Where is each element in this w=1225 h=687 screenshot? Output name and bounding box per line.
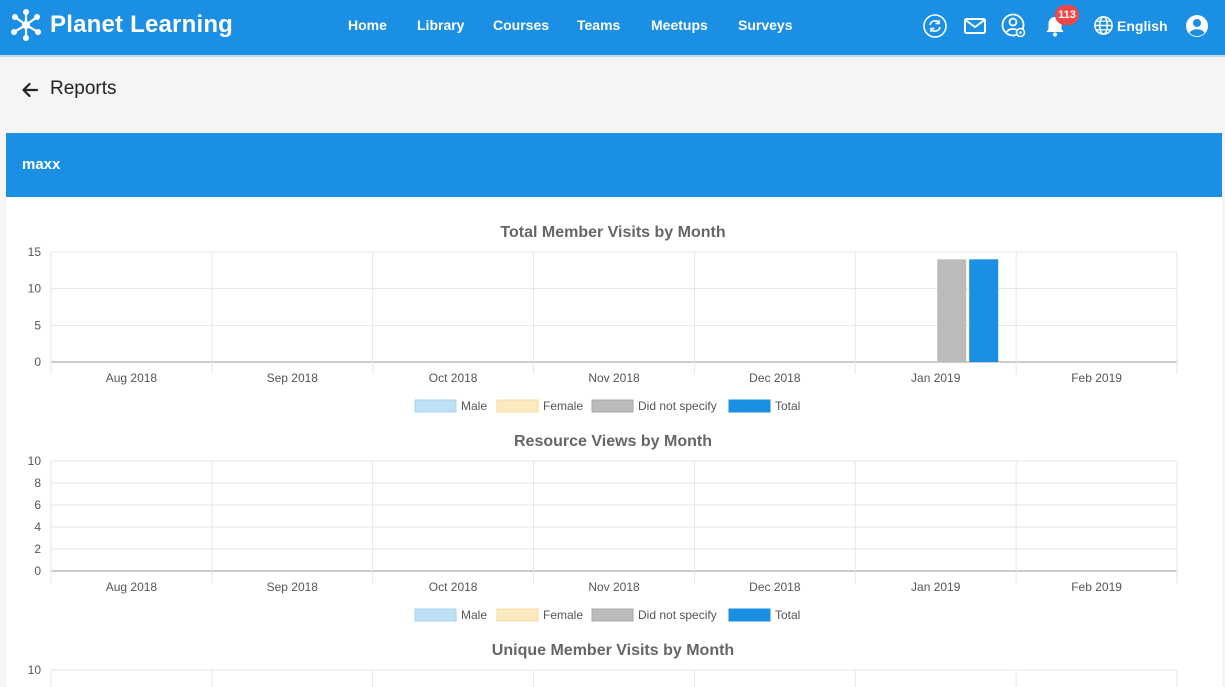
chart-title: Resource Views by Month — [514, 433, 712, 450]
x-tick-label: Oct 2018 — [429, 371, 478, 385]
bar-total — [969, 259, 999, 362]
legend-swatch-female — [496, 399, 539, 413]
y-tick-label: 0 — [34, 355, 41, 369]
legend-swatch-did-not-specify — [591, 608, 634, 622]
legend-swatch-male — [414, 399, 457, 413]
y-tick-label: 10 — [28, 282, 42, 296]
legend-swatch-total — [728, 399, 771, 413]
x-tick-label: Dec 2018 — [749, 580, 801, 594]
x-tick-label: Jan 2019 — [911, 580, 961, 594]
y-tick-label: 5 — [34, 318, 41, 332]
legend-swatch-total — [728, 608, 771, 622]
charts-area: Total Member Visits by Month 0 5 10 15 Aug 20… — [28, 224, 1178, 687]
x-tick-label: Aug 2018 — [106, 580, 158, 594]
x-tick-label: Dec 2018 — [749, 371, 801, 385]
legend-swatch-male — [414, 608, 457, 622]
legend-swatch-did-not-specify — [591, 399, 634, 413]
legend-label-male: Male — [461, 608, 487, 622]
legend-label-total: Total — [775, 399, 800, 413]
x-tick-label: Jan 2019 — [911, 371, 961, 385]
legend-label-male: Male — [461, 399, 487, 413]
y-tick-label: 6 — [34, 498, 41, 512]
x-tick-label: Sep 2018 — [267, 580, 319, 594]
x-tick-label: Feb 2019 — [1071, 580, 1122, 594]
y-tick-label: 2 — [34, 542, 41, 556]
y-tick-label: 10 — [28, 454, 42, 468]
x-tick-label: Oct 2018 — [429, 580, 478, 594]
legend-label-female: Female — [543, 608, 583, 622]
chart-title: Unique Member Visits by Month — [492, 642, 734, 659]
legend-label-did-not-specify: Did not specify — [638, 399, 717, 413]
x-tick-label: Sep 2018 — [267, 371, 319, 385]
y-tick-label: 8 — [34, 476, 41, 490]
bar-did-not-specify — [937, 259, 967, 362]
legend-swatch-female — [496, 608, 539, 622]
legend-label-did-not-specify: Did not specify — [638, 608, 717, 622]
y-tick-label: 15 — [28, 245, 42, 259]
x-tick-label: Aug 2018 — [106, 371, 158, 385]
y-tick-label: 4 — [34, 520, 41, 534]
y-tick-label: 10 — [28, 663, 42, 677]
x-tick-label: Nov 2018 — [588, 371, 640, 385]
x-tick-label: Feb 2019 — [1071, 371, 1122, 385]
legend-label-female: Female — [543, 399, 583, 413]
chart-title: Total Member Visits by Month — [500, 224, 725, 241]
y-tick-label: 0 — [34, 564, 41, 578]
x-tick-label: Nov 2018 — [588, 580, 640, 594]
legend-label-total: Total — [775, 608, 800, 622]
